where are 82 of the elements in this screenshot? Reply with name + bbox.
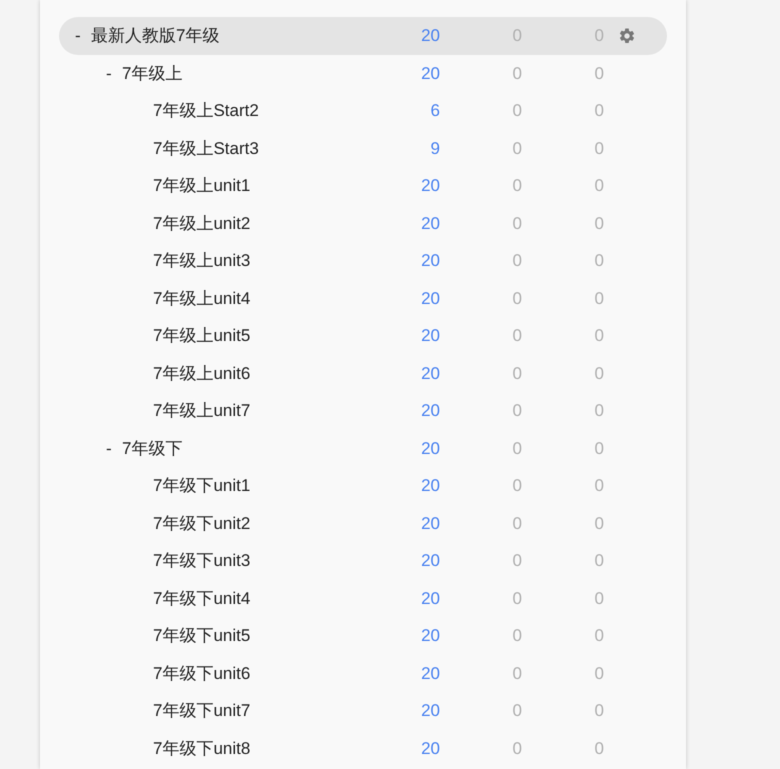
card-count: 0 [512, 101, 522, 120]
card-count: 20 [421, 514, 440, 532]
card-count: 0 [594, 214, 604, 232]
deck-name[interactable]: 7年级下unit1 [153, 476, 250, 495]
card-count: 20 [421, 364, 440, 382]
card-count: 0 [512, 438, 522, 458]
card-count: 0 [594, 288, 604, 308]
card-count: 0 [594, 364, 604, 382]
deck-name[interactable]: 7年级下unit5 [153, 626, 250, 645]
card-count: 0 [512, 138, 522, 158]
deck-name[interactable]: 7年级上unit5 [153, 326, 250, 345]
card-count: 20 [421, 738, 440, 758]
card-count: 6 [430, 101, 440, 120]
card-count: 0 [594, 401, 604, 420]
card-count: 0 [594, 514, 604, 532]
card-count: 20 [421, 251, 440, 270]
card-count: 20 [421, 176, 440, 195]
card-count: 0 [512, 626, 522, 645]
card-count: 20 [421, 626, 440, 645]
deck-name[interactable]: 7年级上 [122, 64, 182, 82]
card-count: 0 [594, 101, 604, 120]
deck-name[interactable]: 7年级上unit6 [153, 364, 250, 382]
card-count: 0 [594, 664, 604, 682]
card-count: 0 [512, 401, 522, 420]
collapse-toggle[interactable]: - [106, 438, 112, 458]
card-count: 20 [421, 664, 440, 682]
card-count: 0 [594, 64, 604, 82]
card-count: 0 [512, 364, 522, 382]
card-count: 0 [594, 476, 604, 495]
deck-name[interactable]: 7年级下 [122, 438, 182, 458]
card-count: 20 [421, 288, 440, 308]
card-count: 0 [512, 514, 522, 532]
card-count: 0 [512, 476, 522, 495]
card-count: 20 [421, 214, 440, 232]
card-count: 0 [512, 664, 522, 682]
card-count: 0 [594, 176, 604, 195]
card-count: 0 [594, 738, 604, 758]
card-count: 0 [594, 251, 604, 270]
card-count: 0 [512, 251, 522, 270]
card-count: 20 [421, 701, 440, 720]
card-count: 0 [512, 701, 522, 720]
card-count: 0 [594, 701, 604, 720]
card-count: 20 [421, 26, 440, 45]
deck-name[interactable]: 7年级上unit2 [153, 214, 250, 232]
deck-name[interactable]: 7年级上Start2 [153, 101, 259, 120]
card-count: 20 [421, 326, 440, 345]
card-count: 20 [421, 476, 440, 495]
deck-name[interactable]: 7年级下unit6 [153, 664, 250, 682]
deck-name[interactable]: 最新人教版7年级 [91, 26, 220, 45]
settings-icon[interactable] [618, 26, 636, 45]
card-count: 20 [421, 401, 440, 420]
card-count: 20 [421, 551, 440, 570]
card-count: 0 [512, 738, 522, 758]
card-count: 0 [594, 588, 604, 608]
deck-name[interactable]: 7年级下unit2 [153, 514, 250, 532]
card-count: 0 [594, 551, 604, 570]
card-count: 20 [421, 64, 440, 82]
card-count: 0 [594, 326, 604, 345]
card-count: 9 [430, 138, 440, 158]
card-count: 0 [594, 138, 604, 158]
card-count: 20 [421, 588, 440, 608]
card-count: 20 [421, 438, 440, 458]
deck-name[interactable]: 7年级下unit4 [153, 588, 250, 608]
card-count: 0 [512, 588, 522, 608]
card-count: 0 [512, 288, 522, 308]
card-count: 0 [512, 326, 522, 345]
deck-name[interactable]: 7年级上unit1 [153, 176, 250, 195]
card-count: 0 [512, 551, 522, 570]
deck-name[interactable]: 7年级下unit7 [153, 701, 250, 720]
deck-name[interactable]: 7年级上unit3 [153, 251, 250, 270]
deck-name[interactable]: 7年级上unit7 [153, 401, 250, 420]
deck-name[interactable]: 7年级上unit4 [153, 288, 250, 308]
card-count: 0 [594, 626, 604, 645]
deck-name[interactable]: 7年级下unit8 [153, 738, 250, 758]
collapse-toggle[interactable]: - [106, 64, 112, 82]
deck-name[interactable]: 7年级上Start3 [153, 138, 259, 158]
card-count: 0 [512, 176, 522, 195]
card-count: 0 [512, 214, 522, 232]
card-count: 0 [512, 64, 522, 82]
deck-name[interactable]: 7年级下unit3 [153, 551, 250, 570]
card-count: 0 [594, 438, 604, 458]
collapse-toggle[interactable]: - [75, 26, 81, 45]
